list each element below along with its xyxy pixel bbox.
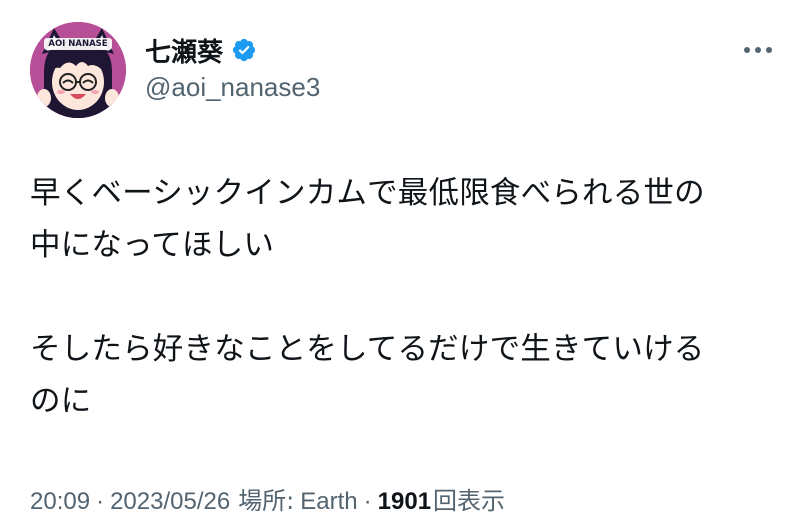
verified-badge-icon [232,38,256,62]
location-label: 場所: [238,487,295,515]
avatar-logo-text: AOI NANASE [48,39,108,49]
tweet-text: 早くベーシックインカムで最低限食べられる世の 中になってほしい そしたら好きなこ… [30,168,780,428]
views-count: 1901 [377,488,432,515]
tweet-line: 中になってほしい [30,228,275,263]
meta-separator: · [96,488,105,515]
tweet-line: そしたら好きなことをしてるだけで生きていける [30,332,705,367]
location-link[interactable]: Earth [300,488,357,516]
more-options-icon [744,47,772,53]
tweet-card: AOI NANASE 七瀬葵 @aoi_nanase3 早くベーシックインカムで… [0,0,787,527]
tweet-date[interactable]: 2023/05/26 [110,488,230,516]
author-name-row: 七瀬葵 [145,30,257,70]
tweet-line: のに [30,384,92,419]
author-display-name[interactable]: 七瀬葵 [145,32,223,69]
avatar[interactable]: AOI NANASE [30,22,126,118]
more-options-button[interactable] [738,30,778,70]
author-handle[interactable]: @aoi_nanase3 [145,72,320,103]
views-label: 回表示 [433,487,506,515]
tweet-time[interactable]: 20:09 [30,488,90,516]
meta-separator: · [363,488,372,515]
tweet-line: 早くベーシックインカムで最低限食べられる世の [30,176,705,211]
tweet-meta: 20:09 · 2023/05/26 場所: Earth · 1901 回表示 [30,481,505,516]
